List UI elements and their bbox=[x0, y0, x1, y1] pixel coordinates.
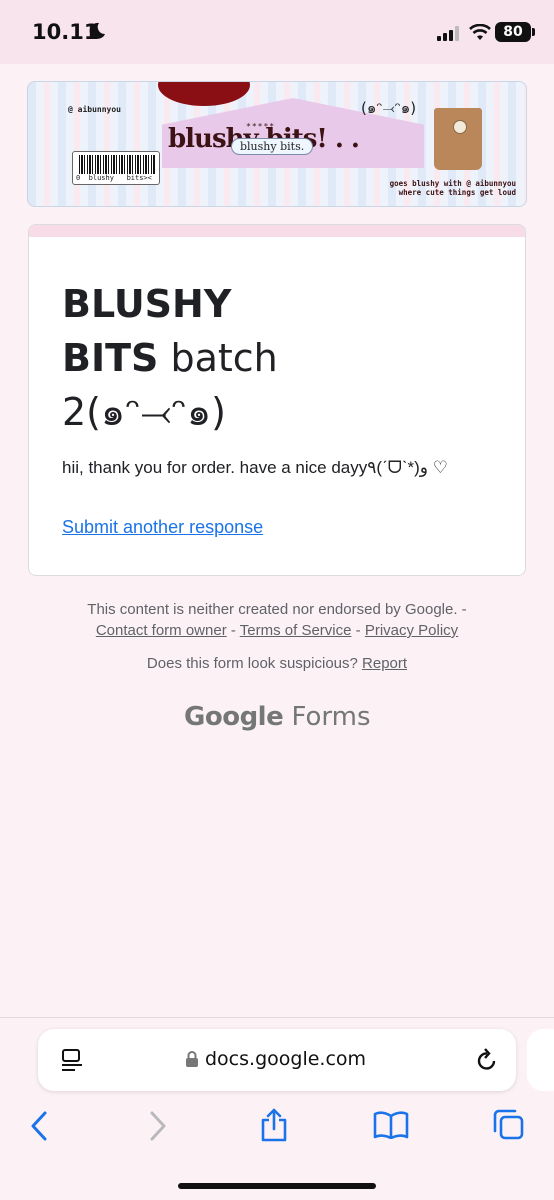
banner-handle: @ aibunnyou bbox=[68, 105, 121, 114]
battery-tip bbox=[532, 28, 535, 36]
separator: - bbox=[226, 622, 240, 639]
back-icon[interactable] bbox=[29, 1111, 49, 1141]
barcode-icon: 0 blushy bits>< bbox=[72, 151, 160, 185]
chrome-divider bbox=[0, 1017, 554, 1018]
barcode-text: 0 blushy bits>< bbox=[76, 174, 152, 182]
form-header-banner: @ aibunnyou (๑ᵔ⤙ᵔ๑) ***** blushy bits! .… bbox=[27, 81, 527, 207]
share-icon[interactable] bbox=[259, 1108, 289, 1142]
home-indicator bbox=[178, 1183, 376, 1189]
banner-pill: blushy bits. bbox=[231, 138, 314, 155]
terms-link[interactable]: Terms of Service bbox=[240, 622, 352, 639]
reload-icon[interactable] bbox=[476, 1048, 498, 1072]
card-accent-bar bbox=[29, 225, 525, 237]
disclaimer-text: This content is neither created nor endo… bbox=[87, 601, 467, 618]
apple-decoration bbox=[158, 82, 250, 106]
forms-wordmark: Forms bbox=[291, 702, 371, 732]
url-text[interactable]: docs.google.com bbox=[205, 1048, 366, 1070]
address-bar[interactable]: docs.google.com bbox=[38, 1029, 516, 1091]
report-link[interactable]: Report bbox=[362, 655, 407, 672]
separator: - bbox=[351, 622, 365, 639]
tabs-icon[interactable] bbox=[491, 1109, 525, 1141]
moon-icon bbox=[89, 22, 105, 39]
disclaimer: This content is neither created nor endo… bbox=[0, 599, 554, 641]
reader-icon[interactable] bbox=[61, 1048, 83, 1072]
banner-subtitle-line1: goes blushy with @ aibunnyou bbox=[389, 179, 516, 188]
banner-kaomoji: (๑ᵔ⤙ᵔ๑) bbox=[361, 99, 417, 117]
submit-another-link[interactable]: Submit another response bbox=[62, 517, 263, 538]
next-tab-peek[interactable] bbox=[527, 1029, 554, 1091]
google-forms-logo: Google Forms bbox=[184, 702, 371, 732]
lock-icon bbox=[186, 1051, 198, 1067]
form-title: BLUSHY BITS batch 2(๑ᵔ⤙ᵔ๑) bbox=[62, 277, 312, 439]
battery-indicator: 80 bbox=[495, 22, 531, 42]
contact-owner-link[interactable]: Contact form owner bbox=[96, 622, 227, 639]
google-wordmark: Google bbox=[184, 702, 284, 732]
signal-icon bbox=[437, 26, 459, 41]
confirmation-message: hii, thank you for order. have a nice da… bbox=[62, 458, 448, 477]
confirmation-card: BLUSHY BITS batch 2(๑ᵔ⤙ᵔ๑) hii, thank yo… bbox=[28, 224, 526, 576]
status-bar: 10.11 80 bbox=[0, 0, 554, 64]
bookmarks-icon[interactable] bbox=[373, 1111, 409, 1139]
banner-subtitle: goes blushy with @ aibunnyou where cute … bbox=[390, 179, 516, 197]
suspicious-prompt: Does this form look suspicious? Report bbox=[0, 655, 554, 672]
wifi-icon bbox=[469, 24, 491, 40]
forward-icon[interactable] bbox=[148, 1111, 168, 1141]
suspicious-text: Does this form look suspicious? bbox=[146, 655, 358, 672]
bag-seal-icon bbox=[453, 120, 467, 134]
banner-subtitle-line2: where cute things get loud bbox=[398, 188, 516, 197]
paper-bag-icon bbox=[434, 108, 482, 170]
privacy-link[interactable]: Privacy Policy bbox=[365, 622, 458, 639]
